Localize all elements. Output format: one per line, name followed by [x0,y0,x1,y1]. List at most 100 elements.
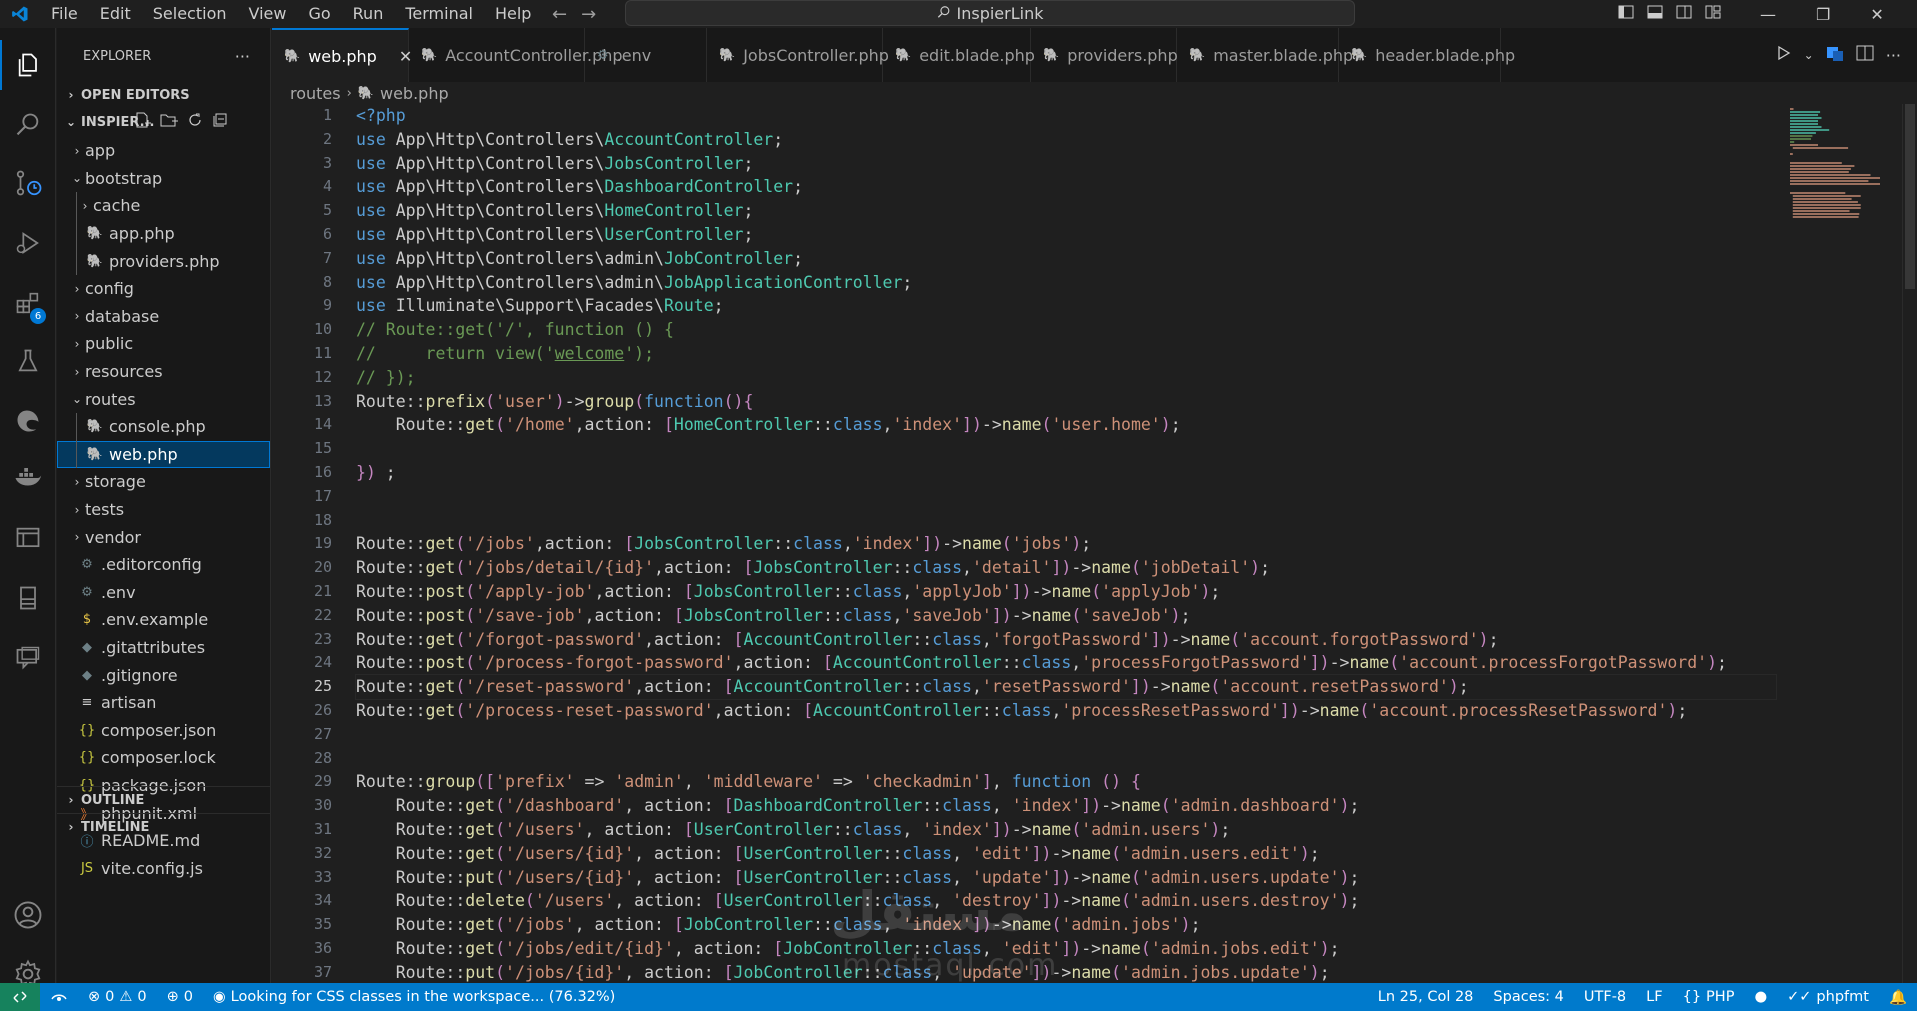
menu-item-run[interactable]: Run [342,2,395,26]
tree-folder[interactable]: › database [57,303,270,331]
indentation[interactable]: Spaces: 4 [1483,989,1573,1005]
code-line[interactable]: use App\Http\Controllers\JobsController; [356,152,1776,176]
code-line[interactable] [356,509,1776,533]
code-line[interactable]: use App\Http\Controllers\DashboardContro… [356,175,1776,199]
new-file-icon[interactable] [135,112,151,132]
code-line[interactable]: // }); [356,366,1776,390]
tree-folder[interactable]: › public [57,330,270,358]
tab-accountcontroller-php[interactable]: 🐘 AccountController.php [409,28,623,82]
code-line[interactable]: use App\Http\Controllers\admin\JobContro… [356,247,1776,271]
live-share-icon[interactable] [40,990,78,1004]
tab-web-php[interactable]: 🐘 web.php ✕ [272,28,412,82]
code-line[interactable]: // Route::get('/', function () { [356,318,1776,342]
run-debug-icon[interactable] [0,218,56,268]
tab-header-blade-php[interactable]: 🐘 header.blade.php [1339,28,1515,82]
code-line[interactable] [356,747,1776,771]
remote-indicator-icon[interactable] [0,983,40,1011]
code-line[interactable]: Route::get('/jobs/edit/{id}', action: [J… [356,937,1776,961]
workspace-folder-section[interactable]: ⌄ INSPIER... [57,111,270,133]
minimize-icon[interactable]: — [1760,5,1776,24]
code-line[interactable]: Route::group(['prefix' => 'admin', 'midd… [356,770,1776,794]
customize-layout-icon[interactable] [1705,4,1721,24]
tree-folder[interactable]: › config [57,275,270,303]
code-line[interactable]: Route::get('/home',action: [HomeControll… [356,413,1776,437]
menu-item-view[interactable]: View [238,2,298,26]
code-line[interactable]: <?php [356,104,1776,128]
code-line[interactable]: Route::get('/users/{id}', action: [UserC… [356,842,1776,866]
code-line[interactable]: }) ; [356,461,1776,485]
code-line[interactable]: Route::get('/jobs/detail/{id}',action: [… [356,556,1776,580]
code-line[interactable]: use App\Http\Controllers\AccountControll… [356,128,1776,152]
remote-explorer-icon[interactable] [0,513,56,563]
code-line[interactable] [356,485,1776,509]
tree-folder[interactable]: › vendor [57,523,270,551]
tree-file[interactable]: 🐘 console.php [57,412,270,441]
testing-icon[interactable] [0,336,56,386]
tree-file[interactable]: {} composer.json [57,716,270,744]
source-control-icon[interactable] [0,158,56,208]
code-line[interactable]: Route::put('/jobs/{id}', action: [JobCon… [356,961,1776,983]
tree-folder[interactable]: › app [57,137,270,165]
tree-file[interactable]: ⚙ .editorconfig [57,551,270,579]
problems-indicator[interactable]: ⊗ 0 ⚠ 0 [78,989,157,1005]
tree-file[interactable]: ⚙ .env [57,579,270,607]
tree-file[interactable]: ◆ .gitattributes [57,634,270,662]
tree-file[interactable]: ◆ .gitignore [57,661,270,689]
toggle-primary-sidebar-icon[interactable] [1618,4,1634,24]
docker-icon[interactable] [0,453,56,503]
explorer-icon[interactable] [0,40,56,90]
code-line[interactable]: use Illuminate\Support\Facades\Route; [356,294,1776,318]
code-line[interactable]: Route::put('/users/{id}', action: [UserC… [356,866,1776,890]
code-line[interactable] [356,723,1776,747]
dot-indicator-icon[interactable]: ● [1744,989,1777,1005]
toggle-panel-icon[interactable] [1647,4,1663,24]
breadcrumb-folder[interactable]: routes [290,84,341,103]
code-line[interactable]: Route::get('/jobs', action: [JobControll… [356,913,1776,937]
tree-file[interactable]: ≡ artisan [57,689,270,717]
minimap[interactable] [1788,104,1908,983]
chat-icon[interactable] [0,633,56,683]
menu-item-terminal[interactable]: Terminal [394,2,484,26]
code-line[interactable]: Route::post('/apply-job',action: [JobsCo… [356,580,1776,604]
tree-folder[interactable]: › tests [57,496,270,524]
ports-indicator[interactable]: ⊕ 0 [157,989,203,1005]
tree-folder[interactable]: ⌄ bootstrap [57,165,270,193]
outline-section[interactable]: › OUTLINE [57,786,271,813]
menu-item-go[interactable]: Go [297,2,341,26]
code-line[interactable]: Route::get('/reset-password',action: [Ac… [355,674,1777,700]
breadcrumb-file[interactable]: web.php [380,84,449,103]
tree-file[interactable]: JS vite.config.js [57,854,270,882]
vertical-scrollbar[interactable] [1902,104,1916,983]
tree-folder[interactable]: ⌄ routes [57,385,270,413]
more-actions-icon[interactable]: ··· [235,47,250,66]
code-line[interactable]: use App\Http\Controllers\HomeController; [356,199,1776,223]
code-line[interactable]: Route::get('/forgot-password',action: [A… [356,628,1776,652]
tree-folder[interactable]: › resources [57,358,270,386]
code-line[interactable] [356,437,1776,461]
tree-file[interactable]: 🐘 web.php [57,440,270,469]
restore-icon[interactable]: ❐ [1816,5,1830,24]
cursor-position[interactable]: Ln 25, Col 28 [1368,989,1484,1005]
code-line[interactable]: use App\Http\Controllers\admin\JobApplic… [356,271,1776,295]
code-line[interactable]: use App\Http\Controllers\UserController; [356,223,1776,247]
menu-item-help[interactable]: Help [484,2,542,26]
menu-item-file[interactable]: File [40,2,89,26]
end-of-line[interactable]: LF [1636,989,1672,1005]
close-window-icon[interactable]: ✕ [1870,5,1883,24]
run-icon[interactable] [1776,45,1792,65]
menu-item-edit[interactable]: Edit [89,2,142,26]
code-line[interactable]: Route::get('/dashboard', action: [Dashbo… [356,794,1776,818]
search-icon[interactable] [0,100,56,150]
code-editor[interactable]: 1 2 3 4 5 6 7 8 9 10 11 12 13 14 15 16 17 18 19 20 21 22 23 24 2… [272,104,1917,983]
code-line[interactable]: Route::post('/process-forgot-password',a… [356,651,1776,675]
code-line[interactable]: Route::post('/save-job',action: [JobsCon… [356,604,1776,628]
tree-file[interactable]: 🐘 providers.php [57,247,270,275]
database-icon[interactable] [0,573,56,623]
tree-file[interactable]: {} composer.lock [57,744,270,772]
scrollbar-thumb[interactable] [1905,104,1915,289]
collapse-all-icon[interactable] [212,112,228,132]
split-editor-icon[interactable] [1856,45,1874,65]
code-line[interactable]: Route::get('/users', action: [UserContro… [356,818,1776,842]
tree-file[interactable]: 🐘 app.php [57,219,270,248]
more-actions-icon[interactable]: ··· [1886,46,1901,65]
